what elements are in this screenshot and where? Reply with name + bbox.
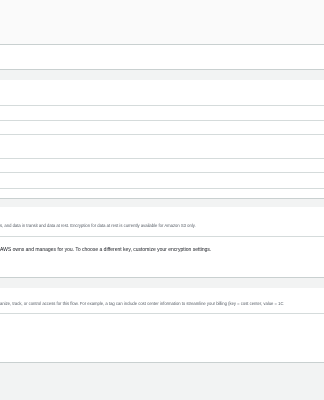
configuration-panel — [0, 80, 324, 198]
general-settings-panel — [0, 45, 324, 69]
row-divider — [0, 172, 324, 173]
panel-edge — [0, 69, 324, 70]
panel-edge — [0, 362, 324, 363]
row-divider — [0, 134, 324, 135]
panel-edge — [0, 277, 324, 278]
tags-divider — [0, 313, 324, 314]
tags-description: anize, track, or control access for this… — [0, 301, 284, 306]
encryption-key-note: AWS owns and manages for you. To choose … — [0, 247, 212, 253]
encryption-divider — [0, 236, 324, 237]
top-header-band — [0, 0, 324, 44]
row-divider — [0, 188, 324, 189]
row-divider — [0, 158, 324, 159]
tags-panel — [0, 288, 324, 362]
encryption-panel — [0, 207, 324, 277]
row-divider — [0, 120, 324, 121]
panel-edge — [0, 198, 324, 199]
panel-header-divider — [0, 105, 324, 106]
encryption-description: s, and data in transit and data at rest.… — [0, 223, 196, 228]
